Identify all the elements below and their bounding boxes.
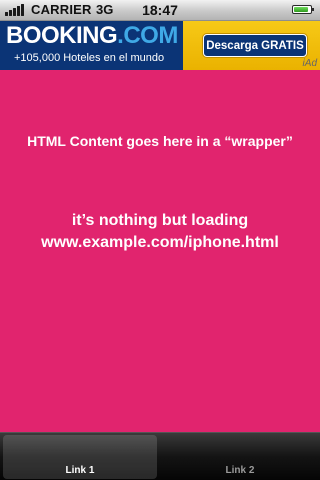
ad-download-button[interactable]: Descarga GRATIS	[203, 34, 307, 57]
battery-icon	[292, 5, 314, 14]
ad-cta-panel[interactable]: Descarga GRATIS	[183, 21, 320, 70]
tab-link-2[interactable]: Link 2	[163, 435, 317, 479]
content-wrapper: HTML Content goes here in a “wrapper” it…	[0, 70, 320, 432]
ad-brand-panel[interactable]: BOOKING.COM +105,000 Hoteles en el mundo	[0, 21, 183, 70]
iad-label: iAd	[302, 58, 317, 69]
status-bar: CARRIER 3G 18:47	[0, 0, 320, 21]
ad-brand-logo: BOOKING.COM	[6, 22, 181, 50]
ad-subtitle: +105,000 Hoteles en el mundo	[14, 52, 165, 64]
ad-brand-main: BOOKING	[6, 22, 118, 49]
status-time: 18:47	[142, 2, 178, 18]
ad-brand-accent: .COM	[117, 22, 178, 49]
content-url-text: www.example.com/iphone.html	[41, 234, 279, 251]
content-loading-text: it’s nothing but loading	[71, 212, 249, 229]
ad-banner[interactable]: BOOKING.COM +105,000 Hoteles en el mundo…	[0, 21, 320, 70]
tab-link-2-label: Link 2	[225, 465, 255, 476]
tab-link-1-label: Link 1	[65, 465, 95, 476]
tab-bar: Link 1 Link 2	[0, 432, 320, 480]
tab-link-1[interactable]: Link 1	[3, 435, 157, 479]
content-heading: HTML Content goes here in a “wrapper”	[27, 133, 293, 149]
